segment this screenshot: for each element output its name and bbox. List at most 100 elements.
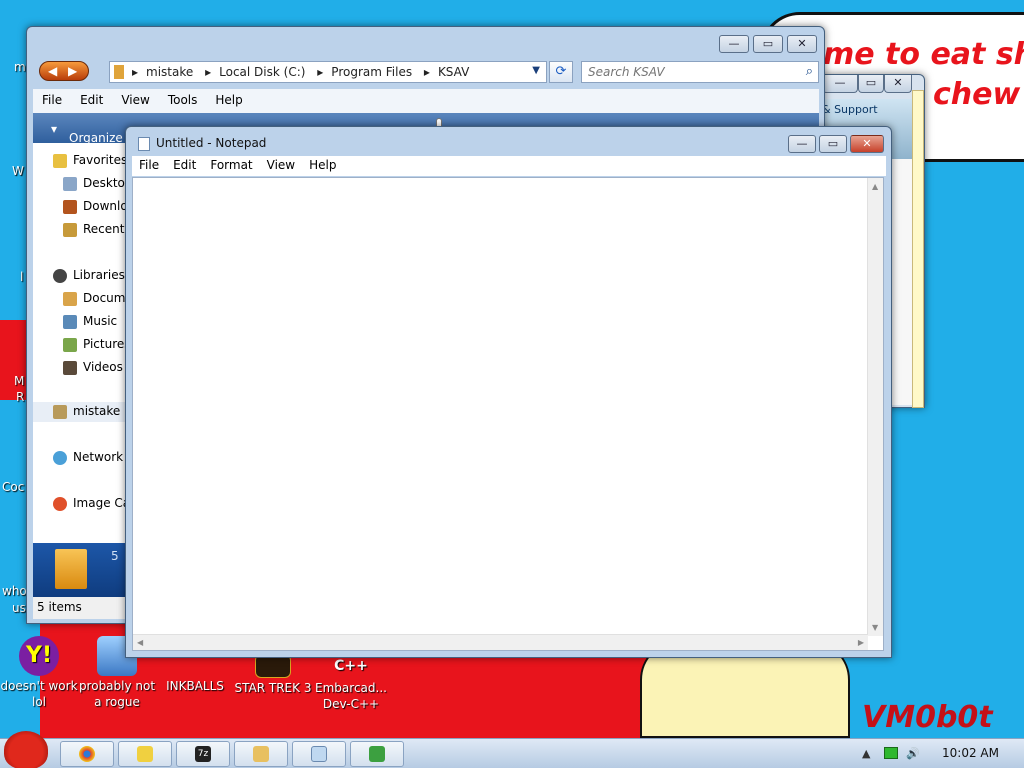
menu-view[interactable]: View xyxy=(112,89,158,111)
videos-icon xyxy=(63,361,77,375)
minimize-button[interactable]: — xyxy=(719,35,749,53)
desktop-left-label: Coc xyxy=(2,480,25,494)
forward-arrow-icon[interactable]: ▶ xyxy=(68,64,77,78)
address-dropdown-icon[interactable]: ▼ xyxy=(532,65,540,76)
menu-view[interactable]: View xyxy=(260,156,302,174)
search-icon[interactable]: ⌕ xyxy=(806,64,813,79)
notepad-icon xyxy=(138,137,150,151)
scroll-up-icon[interactable]: ▲ xyxy=(872,182,878,191)
back-arrow-icon[interactable]: ◀ xyxy=(48,64,57,78)
menu-edit[interactable]: Edit xyxy=(166,156,203,174)
start-button[interactable] xyxy=(4,731,48,768)
organize-button[interactable]: Organize ▾ xyxy=(51,122,123,145)
horizontal-scrollbar[interactable]: ◀ ▶ xyxy=(133,634,868,650)
sidebar-item-label: mistake xyxy=(73,404,121,418)
minimize-button[interactable]: — xyxy=(788,135,816,153)
sidebar-item-videos[interactable]: Videos xyxy=(33,358,127,378)
notepad-window[interactable]: Untitled - Notepad — ▭ ✕ File Edit Format V… xyxy=(125,126,892,658)
sidebar-item-label: Image Ca xyxy=(73,496,127,510)
scroll-left-icon[interactable]: ◀ xyxy=(137,638,143,647)
taskbar-app[interactable] xyxy=(118,741,172,767)
scroll-right-icon[interactable]: ▶ xyxy=(858,638,864,647)
user-folder-icon xyxy=(53,405,67,419)
taskbar-explorer[interactable] xyxy=(234,741,288,767)
menu-edit[interactable]: Edit xyxy=(71,89,112,111)
sidebar-item-desktop[interactable]: Deskto xyxy=(33,174,127,194)
libraries-icon xyxy=(53,269,67,283)
breadcrumb-separator: ▸ xyxy=(423,65,430,79)
menu-file[interactable]: File xyxy=(33,89,71,111)
downloads-icon xyxy=(63,200,77,214)
scroll-down-icon[interactable]: ▼ xyxy=(872,623,878,632)
menu-tools[interactable]: Tools xyxy=(159,89,207,111)
recent-places-icon xyxy=(63,223,77,237)
sidebar-item-libraries[interactable]: Libraries xyxy=(33,266,127,286)
taskbar-security[interactable] xyxy=(350,741,404,767)
sidebar-item-music[interactable]: Music xyxy=(33,312,127,332)
breadcrumb-item[interactable]: Program Files xyxy=(331,65,412,79)
sidebar-item-documents[interactable]: Docum xyxy=(33,289,127,309)
sidebar-item-network[interactable]: Network xyxy=(33,448,127,468)
sidebar-item-downloads[interactable]: Downlo xyxy=(33,197,127,217)
taskbar-chrome[interactable] xyxy=(60,741,114,767)
menu-format[interactable]: Format xyxy=(203,156,259,174)
star-icon xyxy=(53,154,67,168)
desktop-icon-label: STAR TREK 3 xyxy=(234,681,312,695)
sidebar-item-label: Docum xyxy=(83,291,126,305)
taskbar-notepad[interactable] xyxy=(292,741,346,767)
maximize-button[interactable]: ▭ xyxy=(819,135,847,153)
back-forward-buttons[interactable]: ◀ ▶ xyxy=(39,61,89,81)
sidebar-item-favorites[interactable]: Favorites xyxy=(33,151,127,171)
help-banner-text: & Support xyxy=(822,103,878,116)
sidebar-item-pictures[interactable]: Pictures xyxy=(33,335,127,355)
sidebar-item-label: Videos xyxy=(83,360,123,374)
maximize-button[interactable]: ▭ xyxy=(753,35,783,53)
close-button[interactable]: ✕ xyxy=(884,75,912,93)
sidebar-item-label: Libraries xyxy=(73,268,125,282)
sidebar-item-homegroup[interactable]: mistake xyxy=(33,402,127,422)
taskbar-7zip[interactable]: 7z xyxy=(176,741,230,767)
sidebar-item-recent[interactable]: Recent xyxy=(33,220,127,240)
desktop-left-label: R xyxy=(16,390,25,404)
menu-help[interactable]: Help xyxy=(206,89,251,111)
desktop-left-label: M xyxy=(14,374,25,388)
minimize-button[interactable]: — xyxy=(822,75,858,93)
breadcrumb-item[interactable]: Local Disk (C:) xyxy=(219,65,305,79)
sidebar-item-image[interactable]: Image Ca xyxy=(33,494,127,514)
maximize-button[interactable]: ▭ xyxy=(858,75,884,93)
menu-help[interactable]: Help xyxy=(302,156,343,174)
search-input[interactable] xyxy=(588,64,788,80)
vertical-scrollbar[interactable]: ▲ ▼ xyxy=(867,178,883,636)
network-icon xyxy=(53,451,67,465)
sidebar-item-label: Pictures xyxy=(83,337,127,351)
desktop-icon-devcpp[interactable]: C++ Embarcad... Dev-C++ xyxy=(308,654,394,712)
system-clock[interactable]: 10:02 AM xyxy=(942,746,999,760)
app-icon xyxy=(137,746,153,762)
bubble-line-1: me to eat shit xyxy=(823,37,1024,72)
menu-file[interactable]: File xyxy=(132,156,166,174)
breadcrumb: ▸ mistake ▸ Local Disk (C:) ▸ Program Files… xyxy=(132,65,477,79)
breadcrumb-item[interactable]: KSAV xyxy=(438,65,469,79)
refresh-button[interactable]: ⟳ xyxy=(549,61,573,83)
desktop-icon-startrek[interactable]: STAR TREK 3 xyxy=(230,654,316,696)
desktop-icon-label: INKBALLS xyxy=(166,679,224,693)
close-button[interactable]: ✕ xyxy=(850,135,884,153)
text-editor[interactable]: ▲ ▼ ◀ ▶ xyxy=(132,177,884,651)
sidebar-item-label: Deskto xyxy=(83,176,125,190)
address-bar[interactable]: ▸ mistake ▸ Local Disk (C:) ▸ Program Files… xyxy=(109,61,547,83)
taskbar: 7z ▲ 🔊 10:02 AM xyxy=(0,731,1024,768)
folder-icon xyxy=(114,65,124,79)
desktop-icon-label: probably not a rogue xyxy=(78,679,156,709)
search-box[interactable]: ⌕ xyxy=(581,61,819,83)
desktop-icon-label: Embarcad... Dev-C++ xyxy=(315,681,387,711)
desktop-icon-yahoo[interactable]: Y! doesn't work lol xyxy=(0,636,82,710)
pictures-icon xyxy=(63,338,77,352)
network-tray-icon[interactable] xyxy=(884,747,898,759)
breadcrumb-item[interactable]: mistake xyxy=(146,65,193,79)
volume-icon[interactable]: 🔊 xyxy=(906,747,920,760)
chrome-icon xyxy=(79,746,95,762)
explorer-icon xyxy=(253,746,269,762)
breadcrumb-separator: ▸ xyxy=(317,65,324,79)
tray-expand-icon[interactable]: ▲ xyxy=(862,747,870,760)
close-button[interactable]: ✕ xyxy=(787,35,817,53)
